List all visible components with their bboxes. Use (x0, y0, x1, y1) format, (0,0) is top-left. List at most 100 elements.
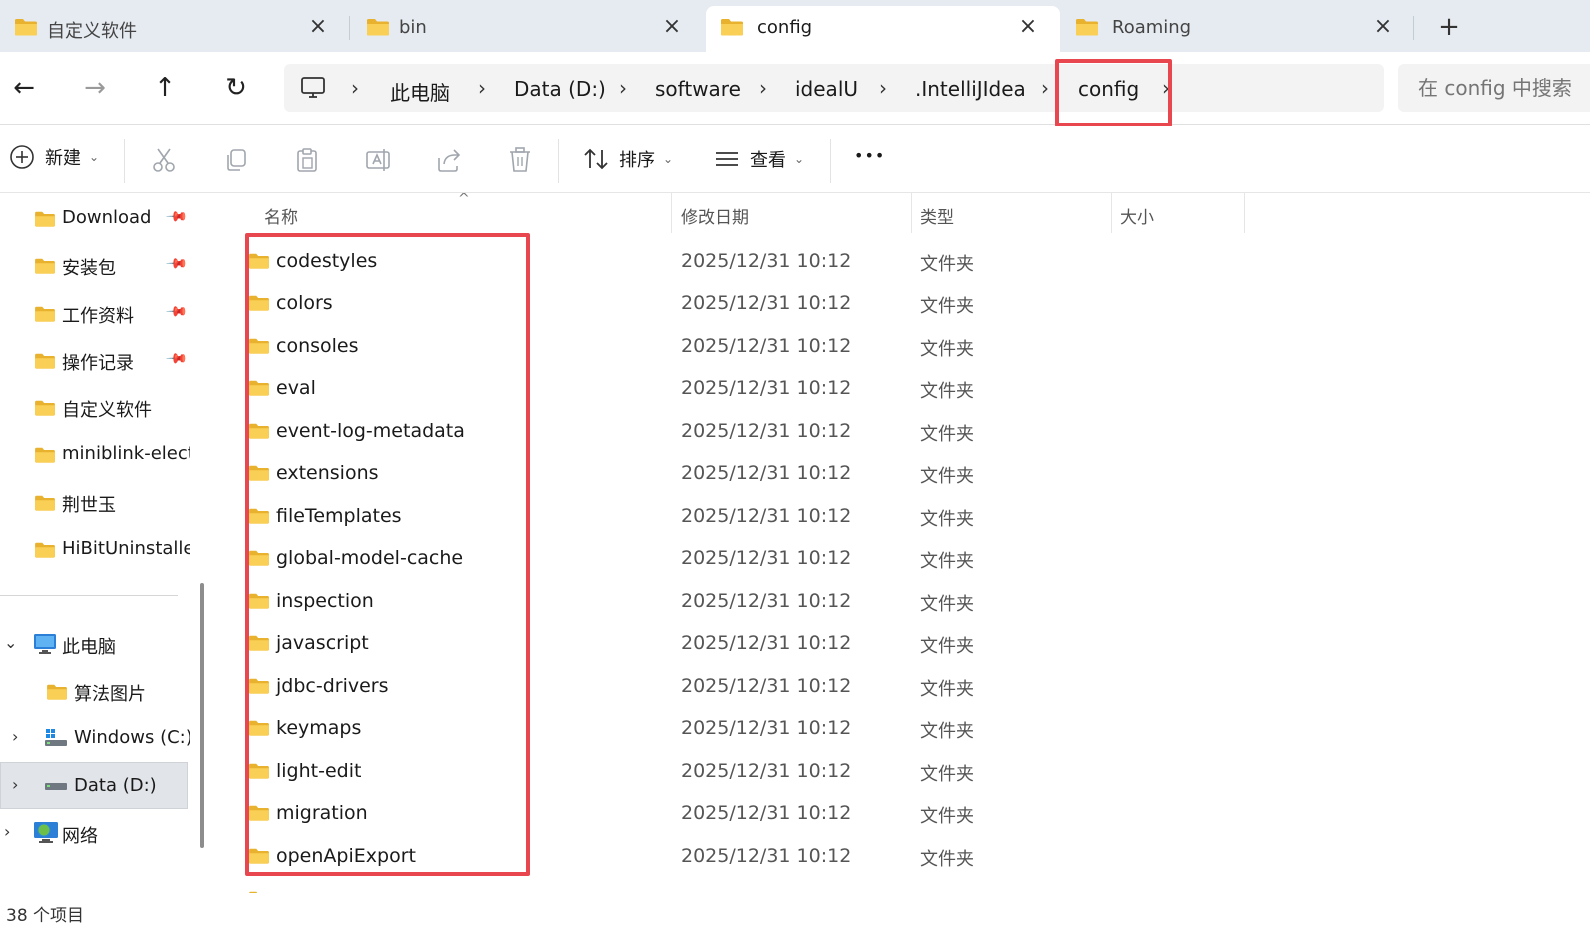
sidebar-scrollbar[interactable] (200, 583, 204, 848)
file-row[interactable]: consoles 2025/12/31 10:12 文件夹 (215, 325, 1315, 367)
tab-label: 自定义软件 (47, 21, 137, 42)
folder-icon (34, 210, 56, 228)
column-divider[interactable] (911, 193, 912, 233)
sidebar-item-this-pc[interactable]: ⌄ 此电脑 (0, 627, 190, 661)
file-name: extensions (276, 462, 379, 484)
breadcrumb-separator[interactable]: › (1041, 76, 1049, 100)
sidebar-item-work-docs[interactable]: 工作资料 📌 (0, 296, 190, 330)
file-row-partial[interactable] (215, 878, 1315, 893)
breadcrumb-drive-d[interactable]: Data (D:) (514, 77, 606, 101)
back-button[interactable]: ← (8, 74, 40, 102)
breadcrumb-separator[interactable]: › (1162, 76, 1170, 100)
chevron-right-icon[interactable]: › (4, 822, 10, 841)
rename-icon[interactable] (364, 146, 392, 174)
close-icon[interactable]: × (304, 14, 332, 39)
chevron-down-icon[interactable]: ⌄ (4, 633, 17, 652)
column-header-name[interactable]: 名称 (264, 203, 298, 228)
sidebar-item-download[interactable]: Download 📌 (0, 201, 190, 235)
paste-icon[interactable] (293, 146, 321, 174)
new-tab-button[interactable]: + (1434, 12, 1464, 42)
breadcrumb-this-pc[interactable]: 此电脑 (390, 77, 450, 106)
cut-icon[interactable] (150, 146, 178, 174)
sidebar-item-pictures[interactable]: 算法图片 (0, 674, 190, 708)
file-row[interactable]: jdbc-drivers 2025/12/31 10:12 文件夹 (215, 665, 1315, 707)
file-row[interactable]: migration 2025/12/31 10:12 文件夹 (215, 792, 1315, 834)
sidebar-item-hibit[interactable]: HiBitUninstalle (0, 532, 190, 566)
breadcrumb-intellijidea[interactable]: .IntelliJIdea (915, 77, 1026, 101)
up-button[interactable]: ↑ (149, 74, 181, 102)
breadcrumb-separator[interactable]: › (879, 76, 887, 100)
sidebar-item-label: 操作记录 (62, 353, 134, 374)
breadcrumb-idealu[interactable]: idealU (795, 77, 858, 101)
file-row[interactable]: fileTemplates 2025/12/31 10:12 文件夹 (215, 495, 1315, 537)
file-row[interactable]: codestyles 2025/12/31 10:12 文件夹 (215, 240, 1315, 282)
breadcrumb-separator[interactable]: › (478, 76, 486, 100)
breadcrumb-separator[interactable]: › (759, 76, 767, 100)
folder-icon (34, 352, 56, 370)
column-divider[interactable] (1111, 193, 1112, 233)
breadcrumb-software[interactable]: software (655, 77, 741, 101)
file-row[interactable]: openApiExport 2025/12/31 10:12 文件夹 (215, 835, 1315, 877)
column-divider[interactable] (1244, 193, 1245, 233)
close-icon[interactable]: × (1014, 14, 1042, 39)
chevron-right-icon[interactable]: › (12, 727, 18, 746)
pin-icon[interactable]: 📌 (165, 347, 189, 371)
column-divider[interactable] (671, 193, 672, 233)
new-button[interactable]: 新建 ⌄ (9, 144, 99, 170)
close-icon[interactable]: × (1369, 14, 1397, 39)
forward-button[interactable]: → (79, 74, 111, 102)
folder-icon (248, 804, 270, 822)
sidebar-item-drive-d[interactable]: › Data (D:) (0, 769, 190, 803)
folder-icon (34, 446, 56, 464)
column-header-modified[interactable]: 修改日期 (681, 203, 749, 228)
sidebar-item-drive-c[interactable]: › Windows (C:) (0, 721, 190, 755)
breadcrumb-config[interactable]: config (1078, 77, 1139, 101)
breadcrumb-separator[interactable]: › (351, 76, 359, 100)
copy-icon[interactable] (222, 146, 250, 174)
refresh-button[interactable]: ↻ (220, 74, 252, 102)
sidebar-item-network[interactable]: › 网络 (0, 816, 190, 850)
pin-icon[interactable]: 📌 (165, 252, 189, 276)
chevron-right-icon[interactable]: › (12, 775, 18, 794)
tab-roaming[interactable]: Roaming × (1061, 6, 1411, 52)
file-date: 2025/12/31 10:12 (681, 462, 852, 484)
sidebar-item-installers[interactable]: 安装包 📌 (0, 248, 190, 282)
file-row[interactable]: event-log-metadata 2025/12/31 10:12 文件夹 (215, 410, 1315, 452)
share-icon[interactable] (435, 146, 463, 174)
tab-custom-software[interactable]: 自定义软件 × (0, 6, 345, 52)
search-input[interactable] (1418, 76, 1590, 100)
tab-bin[interactable]: bin × (352, 6, 697, 52)
file-row[interactable]: extensions 2025/12/31 10:12 文件夹 (215, 452, 1315, 494)
sidebar-item-label: Data (D:) (74, 775, 157, 796)
close-icon[interactable]: × (658, 14, 686, 39)
delete-icon[interactable] (506, 146, 534, 174)
file-date: 2025/12/31 10:12 (681, 590, 852, 612)
file-row[interactable]: inspection 2025/12/31 10:12 文件夹 (215, 580, 1315, 622)
column-header-size[interactable]: 大小 (1120, 203, 1154, 228)
file-row[interactable]: colors 2025/12/31 10:12 文件夹 (215, 282, 1315, 324)
sidebar-item-jing[interactable]: 荆世玉 (0, 485, 190, 519)
pin-icon[interactable]: 📌 (165, 205, 189, 229)
tab-config[interactable]: config × (706, 6, 1060, 52)
file-row[interactable]: light-edit 2025/12/31 10:12 文件夹 (215, 750, 1315, 792)
breadcrumb-separator[interactable]: › (619, 76, 627, 100)
sort-button[interactable]: 排序 ⌄ (583, 146, 673, 172)
pin-icon[interactable]: 📌 (165, 300, 189, 324)
file-row[interactable]: javascript 2025/12/31 10:12 文件夹 (215, 622, 1315, 664)
file-row[interactable]: keymaps 2025/12/31 10:12 文件夹 (215, 707, 1315, 749)
sidebar-item-miniblink[interactable]: miniblink-elect (0, 437, 190, 471)
file-row[interactable]: eval 2025/12/31 10:12 文件夹 (215, 367, 1315, 409)
file-type: 文件夹 (920, 594, 974, 615)
sidebar-item-custom-software[interactable]: 自定义软件 (0, 390, 190, 424)
chevron-down-icon: ⌄ (89, 150, 100, 164)
folder-icon (248, 294, 270, 312)
column-header-type[interactable]: 类型 (920, 203, 954, 228)
file-row[interactable]: global-model-cache 2025/12/31 10:12 文件夹 (215, 537, 1315, 579)
breadcrumb[interactable]: › 此电脑 › Data (D:) › software › idealU › … (284, 64, 1384, 112)
sidebar-item-operation-log[interactable]: 操作记录 📌 (0, 343, 190, 377)
item-count: 38 个项目 (6, 906, 85, 926)
view-button[interactable]: 查看 ⌄ (714, 146, 804, 172)
monitor-icon[interactable] (300, 76, 326, 100)
search-box[interactable] (1398, 64, 1590, 112)
more-options-button[interactable]: ••• (854, 146, 885, 165)
